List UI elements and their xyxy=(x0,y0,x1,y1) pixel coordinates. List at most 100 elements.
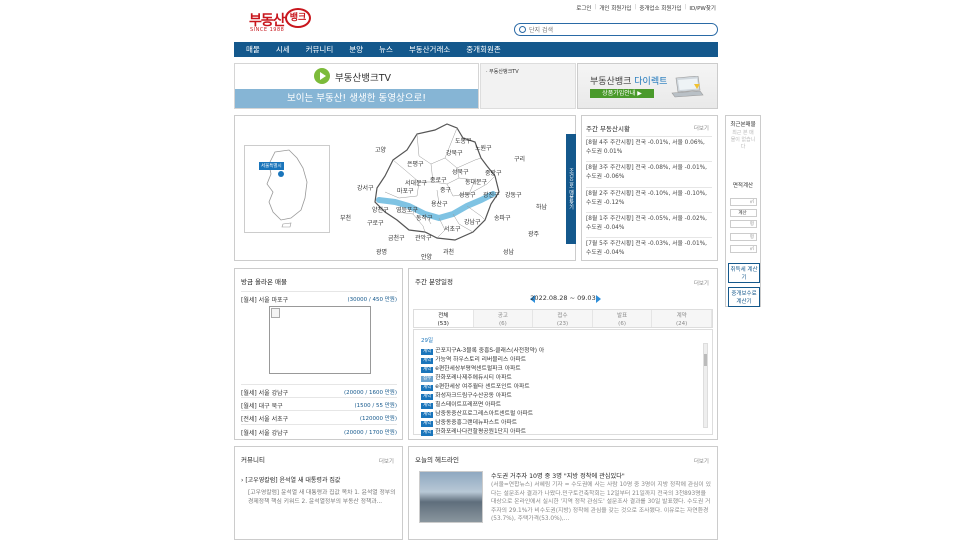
korea-minimap[interactable]: 서울특별시 xyxy=(244,145,330,233)
district-eunpyeong[interactable]: 은평구 xyxy=(407,159,424,168)
scrollbar-thumb[interactable] xyxy=(704,354,707,366)
news-headline[interactable]: 수도권 거주자 10명 중 3명 "지방 정착에 관심있다" xyxy=(491,471,625,480)
district-gangseo[interactable]: 강서구 xyxy=(357,183,374,192)
district-seocho[interactable]: 서초구 xyxy=(444,224,461,233)
listing-row[interactable]: [월세] 서울 강남구 (20000 / 1700 만원) xyxy=(241,424,397,437)
tab-label: 접수 xyxy=(557,313,568,319)
area-sqm-input[interactable]: ㎡ xyxy=(730,198,757,206)
market-item[interactable]: [8월 1주 주간시황] 전국 -0.05%, 서울 -0.02%, 수도권 -… xyxy=(586,212,712,232)
recent-listings-title: 방금 올라온 매물 xyxy=(241,278,287,286)
schedule-text: 한화포레나다전할평공원1단지 아파트 xyxy=(435,429,527,435)
market-item[interactable]: [7월 5주 주간시황] 전국 -0.03%, 서울 -0.01%, 수도권 -… xyxy=(586,237,712,257)
district-anyang[interactable]: 안양 xyxy=(421,252,432,261)
district-gwacheon[interactable]: 과천 xyxy=(443,247,454,256)
district-gangnam[interactable]: 강남구 xyxy=(464,217,481,226)
district-jongno[interactable]: 종로구 xyxy=(430,175,447,184)
tab-contract[interactable]: 계약 (24) xyxy=(652,310,712,327)
district-yangcheon[interactable]: 양천구 xyxy=(372,205,389,214)
login-link[interactable]: 로그인 xyxy=(576,4,591,12)
condition-search-tab[interactable]: 조건으로 매물찾기 xyxy=(566,134,576,244)
schedule-item[interactable]: 계약 한화포레나다전할평공원1단지 아파트 xyxy=(421,426,526,436)
weekly-market-panel: 주간 부동산시황 더보기 [8월 4주 주간시황] 전국 -0.01%, 서울 … xyxy=(581,115,718,261)
main-nav: 매물 시세 커뮤니티 분양 뉴스 부동산거래소 중개회원존 xyxy=(234,42,718,57)
market-title: 주간 부동산시황 xyxy=(586,125,630,133)
tv-title: 부동산뱅크TV xyxy=(335,73,392,84)
district-guri[interactable]: 구리 xyxy=(514,154,525,163)
district-geumcheon[interactable]: 금천구 xyxy=(388,233,405,242)
district-gwangju[interactable]: 광주 xyxy=(528,229,539,238)
search-input[interactable] xyxy=(529,25,715,35)
nav-item-prices[interactable]: 시세 xyxy=(276,44,290,55)
search-icon[interactable] xyxy=(519,26,526,33)
area-sqm-input-2[interactable]: ㎡ xyxy=(730,245,757,253)
nav-item-exchange[interactable]: 부동산거래소 xyxy=(409,44,450,55)
district-jungnang[interactable]: 중랑구 xyxy=(485,168,502,177)
listing-row[interactable]: [월세] 대구 북구 (1500 / 55 만원) xyxy=(241,397,397,410)
district-gwangmyeong[interactable]: 광명 xyxy=(376,247,387,256)
area-pyeong-input[interactable]: 평 xyxy=(730,220,757,228)
district-gwangjin[interactable]: 광진구 xyxy=(483,190,500,199)
listing-price: (20000 / 1600 만원) xyxy=(343,390,397,396)
schedule-more-link[interactable]: 더보기 xyxy=(694,279,709,287)
news-photo[interactable] xyxy=(419,471,483,523)
district-dongdaemun[interactable]: 동대문구 xyxy=(465,177,487,186)
recent-listings-panel: 방금 올라온 매물 [월세] 서울 마포구 (30000 / 450 만원) [… xyxy=(234,268,403,440)
market-item[interactable]: [8월 3주 주간시황] 전국 -0.08%, 서울 -0.01%, 수도권 -… xyxy=(586,161,712,181)
tab-count: (6) xyxy=(618,321,626,327)
district-nowon[interactable]: 노원구 xyxy=(475,143,492,152)
direct-banner[interactable]: 부동산뱅크 다이렉트 상품가입안내 ▶ xyxy=(577,63,718,109)
market-item[interactable]: [8월 4주 주간시황] 전국 -0.01%, 서울 0.06%, 수도권 0.… xyxy=(586,136,712,156)
listing-row[interactable]: [전세] 서울 서초구 (120000 만원) xyxy=(241,410,397,423)
district-mapo[interactable]: 마포구 xyxy=(397,186,414,195)
tv-list-title[interactable]: · 부동산뱅크TV xyxy=(486,68,519,75)
news-more-link[interactable]: 더보기 xyxy=(694,457,709,465)
community-headline[interactable]: › [고우영칼럼] 윤석열 새 대통령과 집값 xyxy=(241,475,399,484)
site-logo[interactable]: 부동산 뱅크 SINCE 1988 xyxy=(249,8,313,35)
acquisition-tax-calc-button[interactable]: 취득세 계산기 xyxy=(728,263,760,283)
market-item[interactable]: [8월 2주 주간시황] 전국 -0.10%, 서울 -0.10%, 수도권 -… xyxy=(586,187,712,207)
nav-item-community[interactable]: 커뮤니티 xyxy=(306,44,334,55)
district-goyang[interactable]: 고양 xyxy=(375,145,386,154)
next-week-arrow-icon[interactable] xyxy=(596,295,601,303)
district-yeongdeungpo[interactable]: 영등포구 xyxy=(396,205,418,214)
district-songpa[interactable]: 송파구 xyxy=(494,213,511,222)
nav-item-presale[interactable]: 분양 xyxy=(349,44,363,55)
schedule-scrollbar[interactable] xyxy=(703,343,708,428)
district-seongdong[interactable]: 성동구 xyxy=(459,190,476,199)
nav-item-agent-zone[interactable]: 중개회원존 xyxy=(466,44,501,55)
district-gangdong[interactable]: 강동구 xyxy=(505,190,522,199)
logo-since: SINCE 1988 xyxy=(250,27,285,33)
play-icon[interactable] xyxy=(314,68,330,84)
area-pyeong-input-2[interactable]: 평 xyxy=(730,233,757,241)
tv-banner[interactable]: 부동산뱅크TV 보이는 부동산! 생생한 동영상으로! xyxy=(234,63,479,109)
tab-count: (53) xyxy=(437,321,449,327)
nav-item-listings[interactable]: 매물 xyxy=(246,44,260,55)
nav-item-news[interactable]: 뉴스 xyxy=(379,44,393,55)
market-more-link[interactable]: 더보기 xyxy=(694,124,709,132)
district-yongsan[interactable]: 용산구 xyxy=(431,199,448,208)
district-hanam[interactable]: 하남 xyxy=(536,202,547,211)
tab-notice[interactable]: 공고 (6) xyxy=(473,310,534,327)
area-calc-button[interactable]: 계산 xyxy=(730,209,757,217)
tab-announcement[interactable]: 발표 (6) xyxy=(592,310,653,327)
find-id-pw-link[interactable]: ID/PW찾기 xyxy=(689,4,716,12)
district-seongnam[interactable]: 성남 xyxy=(503,247,514,256)
tab-all[interactable]: 전체 (53) xyxy=(414,310,474,327)
listing-row[interactable]: [월세] 서울 마포구 (30000 / 450 만원) xyxy=(241,291,397,304)
product-info-button[interactable]: 상품가입안내 ▶ xyxy=(590,89,654,98)
personal-signup-link[interactable]: 개인 회원가입 xyxy=(599,4,631,12)
district-gangbuk[interactable]: 강북구 xyxy=(446,148,463,157)
community-more-link[interactable]: 더보기 xyxy=(379,457,394,465)
district-dobong[interactable]: 도봉구 xyxy=(455,136,472,145)
district-dongjak[interactable]: 동작구 xyxy=(416,213,433,222)
brokerage-fee-calc-button[interactable]: 중개보수료 계산기 xyxy=(728,287,760,307)
district-bucheon[interactable]: 부천 xyxy=(340,213,351,222)
tab-application[interactable]: 접수 (23) xyxy=(533,310,593,327)
district-gwanak[interactable]: 관악구 xyxy=(415,233,432,242)
listing-row[interactable]: [월세] 서울 강남구 (20000 / 1600 만원) xyxy=(241,384,397,397)
district-jung[interactable]: 중구 xyxy=(440,185,451,194)
agent-signup-link[interactable]: 중개업소 회원가입 xyxy=(639,4,681,12)
district-seongbuk[interactable]: 성북구 xyxy=(452,167,469,176)
district-guro[interactable]: 구로구 xyxy=(367,218,384,227)
listing-photo[interactable] xyxy=(269,306,371,374)
